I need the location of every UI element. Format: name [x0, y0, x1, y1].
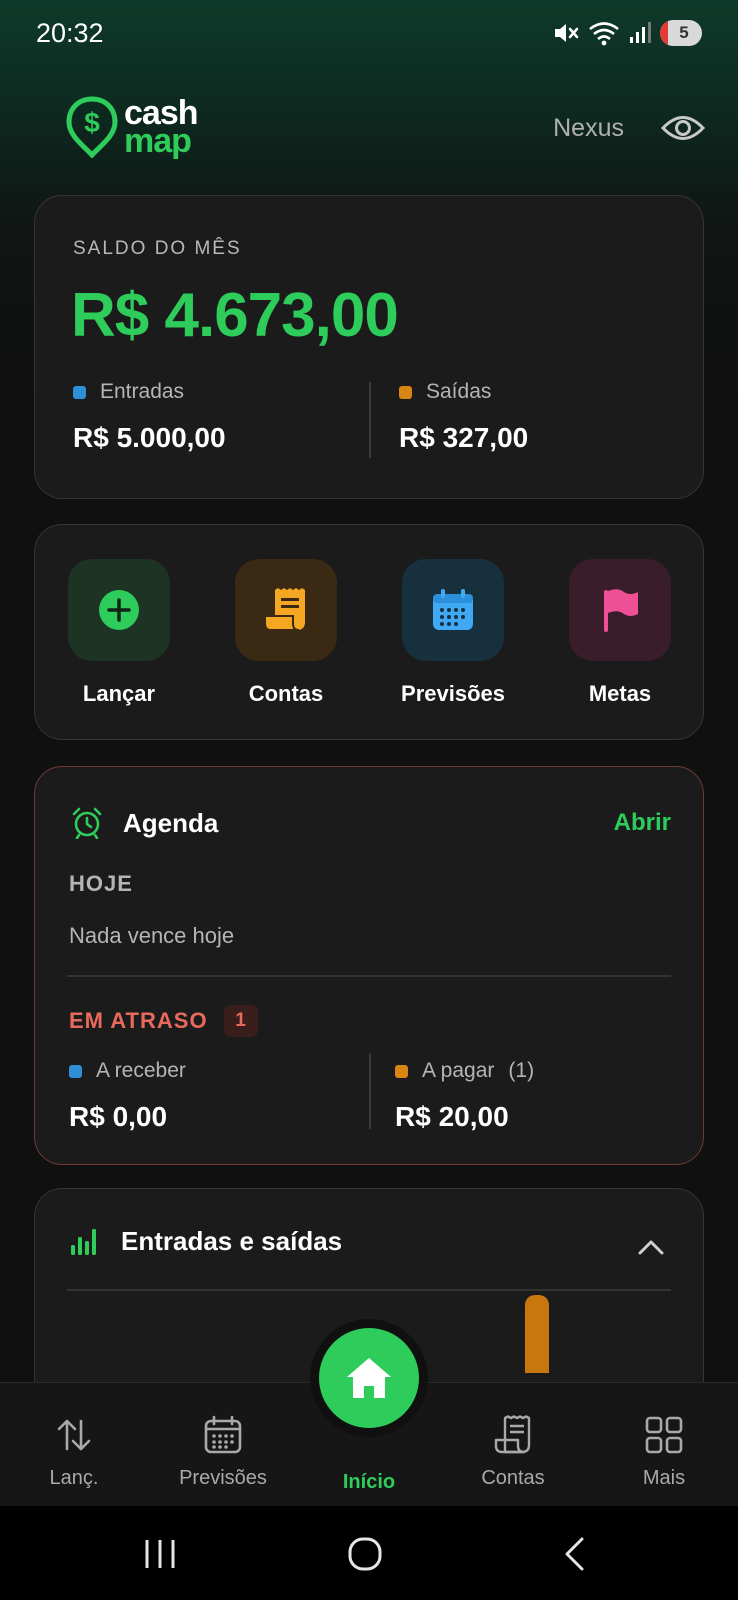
svg-text:$: $ — [84, 107, 100, 138]
receivable-value: R$ 0,00 — [69, 1101, 168, 1132]
action-lancar-tile[interactable] — [68, 559, 170, 661]
expense-summary: Saídas R$ 327,00 — [399, 380, 528, 454]
collapse-chart-button[interactable] — [631, 1227, 671, 1267]
payable-count: (1) — [508, 1059, 535, 1082]
nav-previsoes-label: Previsões — [179, 1467, 267, 1489]
recent-apps-icon — [145, 1540, 175, 1568]
today-label: HOJE — [69, 871, 133, 896]
nav-lancamentos-label: Lanç. — [49, 1467, 99, 1489]
flag-icon — [604, 589, 638, 632]
nav-contas[interactable]: Contas — [443, 1415, 583, 1490]
recent-apps-button[interactable] — [130, 1532, 190, 1576]
app-header: $ cash map Nexus — [0, 90, 738, 170]
dollar-pin-icon: $ — [66, 96, 118, 158]
chart-header: Entradas e saídas — [69, 1225, 342, 1257]
overdue-label: EM ATRASO — [69, 1008, 208, 1033]
signal-icon — [630, 22, 651, 43]
payable-value: R$ 20,00 — [395, 1101, 509, 1132]
action-contas-tile[interactable] — [235, 559, 337, 661]
app-logo: $ cash map — [66, 96, 198, 158]
nav-inicio-ring — [310, 1319, 428, 1437]
status-icons: 5 — [552, 20, 702, 46]
income-summary: Entradas R$ 5.000,00 — [73, 380, 226, 454]
action-metas[interactable]: Metas — [565, 559, 675, 707]
eye-icon — [661, 116, 705, 140]
payable-dot — [395, 1064, 408, 1078]
receivable-label: A receber — [96, 1059, 186, 1082]
agenda-card: Agenda Abrir HOJE Nada vence hoje EM ATR… — [34, 766, 704, 1165]
back-button[interactable] — [544, 1532, 604, 1576]
logo-map-text: map — [124, 122, 192, 160]
monthly-balance-card: SALDO DO MÊS R$ 4.673,00 Entradas R$ 5.0… — [34, 195, 704, 499]
balance-divider — [369, 382, 371, 458]
action-contas-label: Contas — [248, 681, 324, 706]
status-time: 20:32 — [36, 18, 104, 48]
action-previsoes-tile[interactable] — [402, 559, 504, 661]
overdue-row: EM ATRASO 1 — [69, 1005, 258, 1037]
action-lancar[interactable]: Lançar — [64, 559, 174, 707]
action-contas[interactable]: Contas — [231, 559, 341, 707]
home-icon — [347, 1358, 391, 1398]
action-metas-label: Metas — [588, 681, 652, 706]
income-value: R$ 5.000,00 — [73, 422, 226, 453]
today-empty-message: Nada vence hoje — [69, 923, 235, 948]
expense-dot — [399, 385, 412, 399]
home-circle-icon — [348, 1537, 382, 1571]
battery-level: 5 — [679, 23, 689, 42]
balance-label: SALDO DO MÊS — [73, 238, 242, 259]
chart-bar-saídas — [525, 1295, 549, 1373]
chart-title: Entradas e saídas — [121, 1225, 343, 1256]
wifi-icon — [589, 22, 619, 46]
chart-divider — [67, 1289, 671, 1291]
toggle-visibility-button[interactable] — [658, 108, 708, 148]
balance-value: R$ 4.673,00 — [71, 281, 399, 350]
action-metas-tile[interactable] — [569, 559, 671, 661]
chevron-up-icon — [638, 1240, 664, 1255]
agenda-header: Agenda — [71, 807, 218, 839]
status-bar: 20:32 5 — [0, 0, 738, 70]
receipt-icon — [494, 1415, 531, 1454]
nav-previsoes[interactable]: Previsões — [153, 1415, 293, 1490]
agenda-split-divider — [369, 1053, 371, 1129]
calendar-icon — [204, 1415, 242, 1454]
action-previsoes-label: Previsões — [401, 681, 505, 706]
nav-inicio-label[interactable]: Início — [309, 1471, 429, 1494]
income-label: Entradas — [100, 380, 185, 403]
payable-summary[interactable]: A pagar (1) R$ 20,00 — [395, 1059, 534, 1133]
overdue-count-badge: 1 — [223, 1005, 258, 1037]
receivable-summary[interactable]: A receber R$ 0,00 — [69, 1059, 186, 1133]
receivable-dot — [69, 1064, 82, 1078]
battery-indicator: 5 — [660, 20, 702, 46]
home-system-button[interactable] — [335, 1532, 395, 1576]
mute-icon — [555, 24, 579, 42]
back-chevron-icon — [565, 1537, 584, 1571]
system-navigation-bar — [0, 1506, 738, 1600]
bar-chart-icon — [71, 1229, 96, 1255]
agenda-divider — [67, 975, 671, 977]
nav-contas-label: Contas — [481, 1467, 545, 1489]
plus-circle-icon — [99, 590, 139, 630]
nav-mais[interactable]: Mais — [594, 1415, 734, 1490]
agenda-open-link[interactable]: Abrir — [614, 809, 671, 837]
receipt-icon — [264, 588, 305, 631]
arrows-up-down-icon — [57, 1419, 91, 1451]
payable-label: A pagar — [422, 1059, 495, 1082]
nav-lancamentos[interactable]: Lanç. — [4, 1415, 144, 1490]
calendar-icon — [433, 589, 473, 630]
user-name[interactable]: Nexus — [553, 114, 624, 143]
agenda-title: Agenda — [123, 807, 219, 838]
grid-icon — [645, 1416, 683, 1454]
nav-mais-label: Mais — [642, 1467, 686, 1489]
expense-value: R$ 327,00 — [399, 422, 529, 453]
alarm-clock-icon — [72, 807, 102, 839]
nav-inicio-button[interactable] — [319, 1328, 419, 1428]
quick-actions-card: Lançar Contas Previsões Metas — [34, 524, 704, 740]
income-dot — [73, 385, 86, 399]
expense-label: Saídas — [426, 380, 492, 403]
action-previsoes[interactable]: Previsões — [398, 559, 508, 707]
bottom-navigation: Lanç. Previsões Início Contas Mais — [0, 1319, 738, 1506]
action-lancar-label: Lançar — [82, 681, 156, 706]
